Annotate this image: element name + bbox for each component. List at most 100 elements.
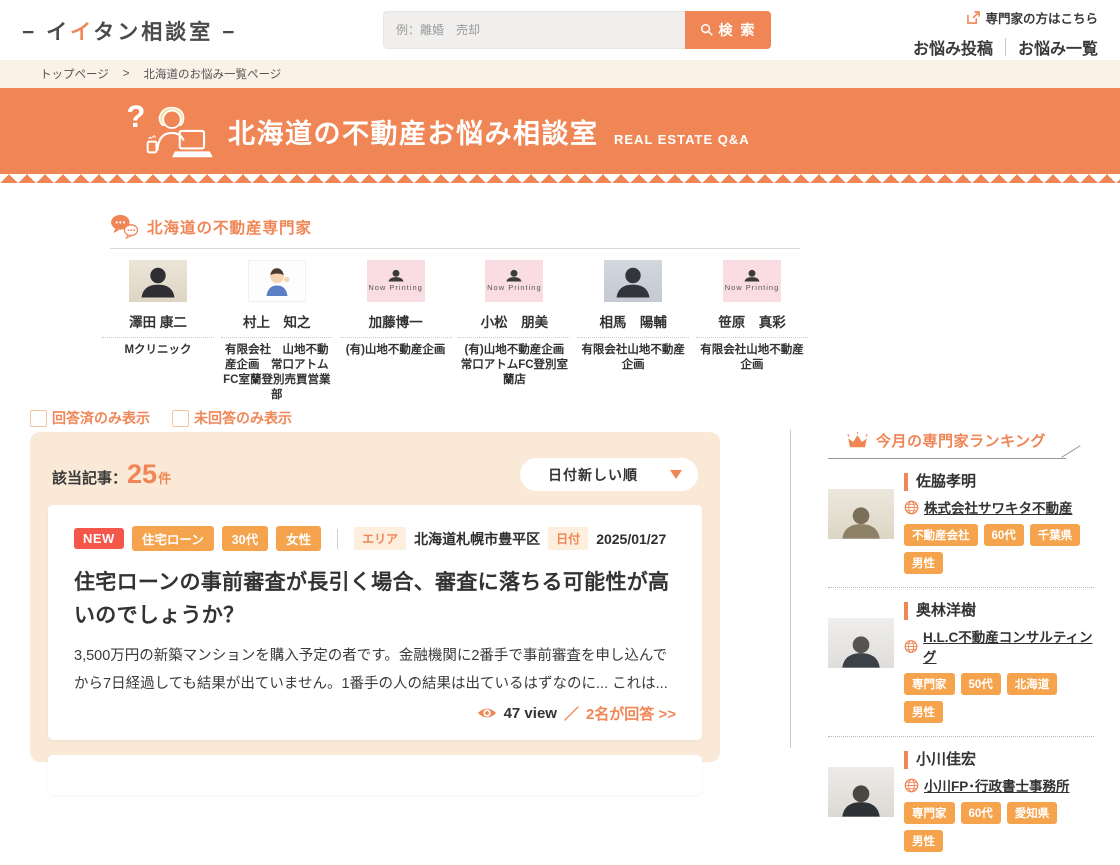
filters-row: 回答済のみ表示 未回答のみ表示 xyxy=(30,408,292,428)
page-banner: ? 北海道の不動産お悩み相談室 REAL ESTATE Q&A xyxy=(0,88,1120,174)
logo-accent: イ xyxy=(70,21,93,44)
eye-icon xyxy=(477,706,497,720)
globe-icon xyxy=(904,500,919,515)
sort-selected-value: 日付新しい順 xyxy=(548,465,638,485)
unanswered-label: 未回答のみ表示 xyxy=(194,408,292,428)
speech-bubbles-icon xyxy=(110,214,139,239)
nav-trouble-list[interactable]: お悩み一覧 xyxy=(1018,35,1098,59)
view-count: 47 view xyxy=(504,705,557,722)
person-photo-silhouette xyxy=(836,505,886,539)
site-header: − イイタン相談室 − 検 索 専門家の方はこちら お悩み投稿 お悩み一覧 xyxy=(0,0,1120,60)
now-printing-label: Now Printing xyxy=(487,283,542,292)
search-bar: 検 索 xyxy=(383,11,771,49)
answers-link[interactable]: 2名が回答 >> xyxy=(586,703,676,724)
expert-card[interactable]: 村上 知之 有限会社 山地不動産企画 常口アトムFC室蘭登別売買営業部 xyxy=(221,260,333,403)
page-title: 北海道の不動産お悩み相談室 xyxy=(228,112,599,151)
article-footer: 47 view ／ 2名が回答 >> xyxy=(74,703,676,724)
area-value: 北海道札幌市豊平区 xyxy=(414,529,540,549)
breadcrumb-home[interactable]: トップページ xyxy=(40,66,109,82)
ranked-expert-photo xyxy=(828,489,894,539)
sort-dropdown[interactable]: 日付新しい順 xyxy=(520,458,698,491)
article-excerpt: 3,500万円の新築マンションを購入予定の者です。金融機関に2番手で事前審査を申… xyxy=(74,642,676,699)
breadcrumb-current: 北海道のお悩み一覧ページ xyxy=(144,66,282,82)
answered-label: 回答済のみ表示 xyxy=(52,408,150,428)
results-count-number: 25 xyxy=(127,461,157,488)
person-icon xyxy=(383,269,409,282)
ranked-expert-info: 小川佳宏 小川FP･行政書士事務所 専門家 60代 愛知県 男性 xyxy=(904,751,1094,852)
expert-card[interactable]: Now Printing 加藤博一 (有)山地不動産企画 xyxy=(340,260,452,403)
ranked-expert-company-link[interactable]: H.L.C不動産コンサルティング xyxy=(904,626,1094,666)
expert-card[interactable]: 澤田 康二 Mクリニック xyxy=(102,260,214,403)
search-button[interactable]: 検 索 xyxy=(685,11,771,49)
globe-icon xyxy=(904,778,919,793)
expert-card[interactable]: Now Printing 小松 朋美 (有)山地不動産企画 常口アトムFC登別室… xyxy=(458,260,570,403)
expert-name: 村上 知之 xyxy=(221,311,333,338)
ranking-title: 今月の専門家ランキング xyxy=(876,430,1046,451)
ranked-expert-name: 小川佳宏 xyxy=(904,751,1094,769)
unanswered-checkbox[interactable] xyxy=(172,410,189,427)
expert-tag: 北海道 xyxy=(1007,673,1058,695)
external-link-icon xyxy=(967,11,980,24)
ranked-expert-info: 佐脇孝明 株式会社サワキタ不動産 不動産会社 60代 千葉県 男性 xyxy=(904,473,1094,574)
article-meta-row: NEW 住宅ローン 30代 女性 エリア 北海道札幌市豊平区 日付 2025/0… xyxy=(74,526,676,551)
experts-section-title: 北海道の不動産専門家 xyxy=(147,216,312,238)
banner-zigzag-edge xyxy=(0,174,1120,183)
expert-company: (有)山地不動産企画 xyxy=(340,343,452,358)
ranked-expert-company: H.L.C不動産コンサルティング xyxy=(923,626,1094,666)
ranked-expert-tags: 専門家 50代 北海道 男性 xyxy=(904,673,1090,723)
filter-answered[interactable]: 回答済のみ表示 xyxy=(30,408,150,428)
person-icon xyxy=(739,269,765,282)
results-count-label: 該当記事： xyxy=(52,467,127,488)
expert-tag: 男性 xyxy=(904,701,943,723)
articles-panel: 該当記事： 25 件 日付新しい順 NEW 住宅ローン 30代 女性 エリア 北… xyxy=(30,432,720,762)
experts-divider xyxy=(110,248,800,249)
ranking-underline xyxy=(828,458,1066,459)
ranked-expert-company: 小川FP･行政書士事務所 xyxy=(924,775,1070,795)
breadcrumb-separator: > xyxy=(123,68,130,80)
answered-checkbox[interactable] xyxy=(30,410,47,427)
expert-signup-link[interactable]: 専門家の方はこちら xyxy=(967,8,1098,27)
person-photo-silhouette xyxy=(836,783,886,817)
question-person-illustration: ? xyxy=(126,96,216,164)
expert-card[interactable]: 相馬 陽輔 有限会社山地不動産企画 xyxy=(577,260,689,403)
svg-text:?: ? xyxy=(126,99,145,134)
cartoon-avatar xyxy=(259,265,295,297)
expert-tag: 60代 xyxy=(961,802,1001,824)
ranking-entry: 奥林洋樹 H.L.C不動産コンサルティング 専門家 50代 北海道 男性 xyxy=(828,588,1094,737)
article-card-next[interactable] xyxy=(48,755,702,795)
expert-tag: 専門家 xyxy=(904,802,955,824)
ranked-expert-photo xyxy=(828,618,894,668)
results-row: 該当記事： 25 件 日付新しい順 xyxy=(48,458,702,505)
meta-divider xyxy=(337,529,338,549)
expert-company: 有限会社山地不動産企画 xyxy=(696,343,808,373)
expert-name: 加藤博一 xyxy=(340,311,452,338)
page-subtitle: REAL ESTATE Q&A xyxy=(614,132,750,147)
date-label: 日付 xyxy=(548,527,588,550)
expert-tag: 専門家 xyxy=(904,673,955,695)
article-title[interactable]: 住宅ローンの事前審査が長引く場合、審査に落ちる可能性が高いのでしょうか？ xyxy=(74,567,676,632)
expert-photo-placeholder: Now Printing xyxy=(723,260,781,302)
expert-name: 相馬 陽輔 xyxy=(577,311,689,338)
site-logo[interactable]: − イイタン相談室 − xyxy=(22,16,237,46)
article-tag[interactable]: 女性 xyxy=(276,526,321,551)
filter-unanswered[interactable]: 未回答のみ表示 xyxy=(172,408,292,428)
ranked-expert-info: 奥林洋樹 H.L.C不動産コンサルティング 専門家 50代 北海道 男性 xyxy=(904,602,1094,723)
expert-tag: 男性 xyxy=(904,830,943,852)
article-tag[interactable]: 30代 xyxy=(222,526,268,551)
expert-tag: 男性 xyxy=(904,552,943,574)
logo-text: タン相談室 − xyxy=(93,21,237,44)
expert-photo xyxy=(129,260,187,302)
crown-icon xyxy=(846,432,869,450)
ranked-expert-company-link[interactable]: 株式会社サワキタ不動産 xyxy=(904,497,1094,517)
nav-post-trouble[interactable]: お悩み投稿 xyxy=(913,35,993,59)
ranked-expert-company-link[interactable]: 小川FP･行政書士事務所 xyxy=(904,775,1094,795)
search-icon xyxy=(700,23,714,37)
article-tag[interactable]: 住宅ローン xyxy=(132,526,214,551)
search-input[interactable] xyxy=(383,11,685,49)
expert-tag: 愛知県 xyxy=(1007,802,1058,824)
ranking-header: 今月の専門家ランキング xyxy=(828,430,1094,451)
expert-card[interactable]: Now Printing 笹原 真彩 有限会社山地不動産企画 xyxy=(696,260,808,403)
expert-company: Mクリニック xyxy=(102,343,214,358)
nav-divider xyxy=(1005,38,1006,56)
expert-photo-placeholder: Now Printing xyxy=(367,260,425,302)
